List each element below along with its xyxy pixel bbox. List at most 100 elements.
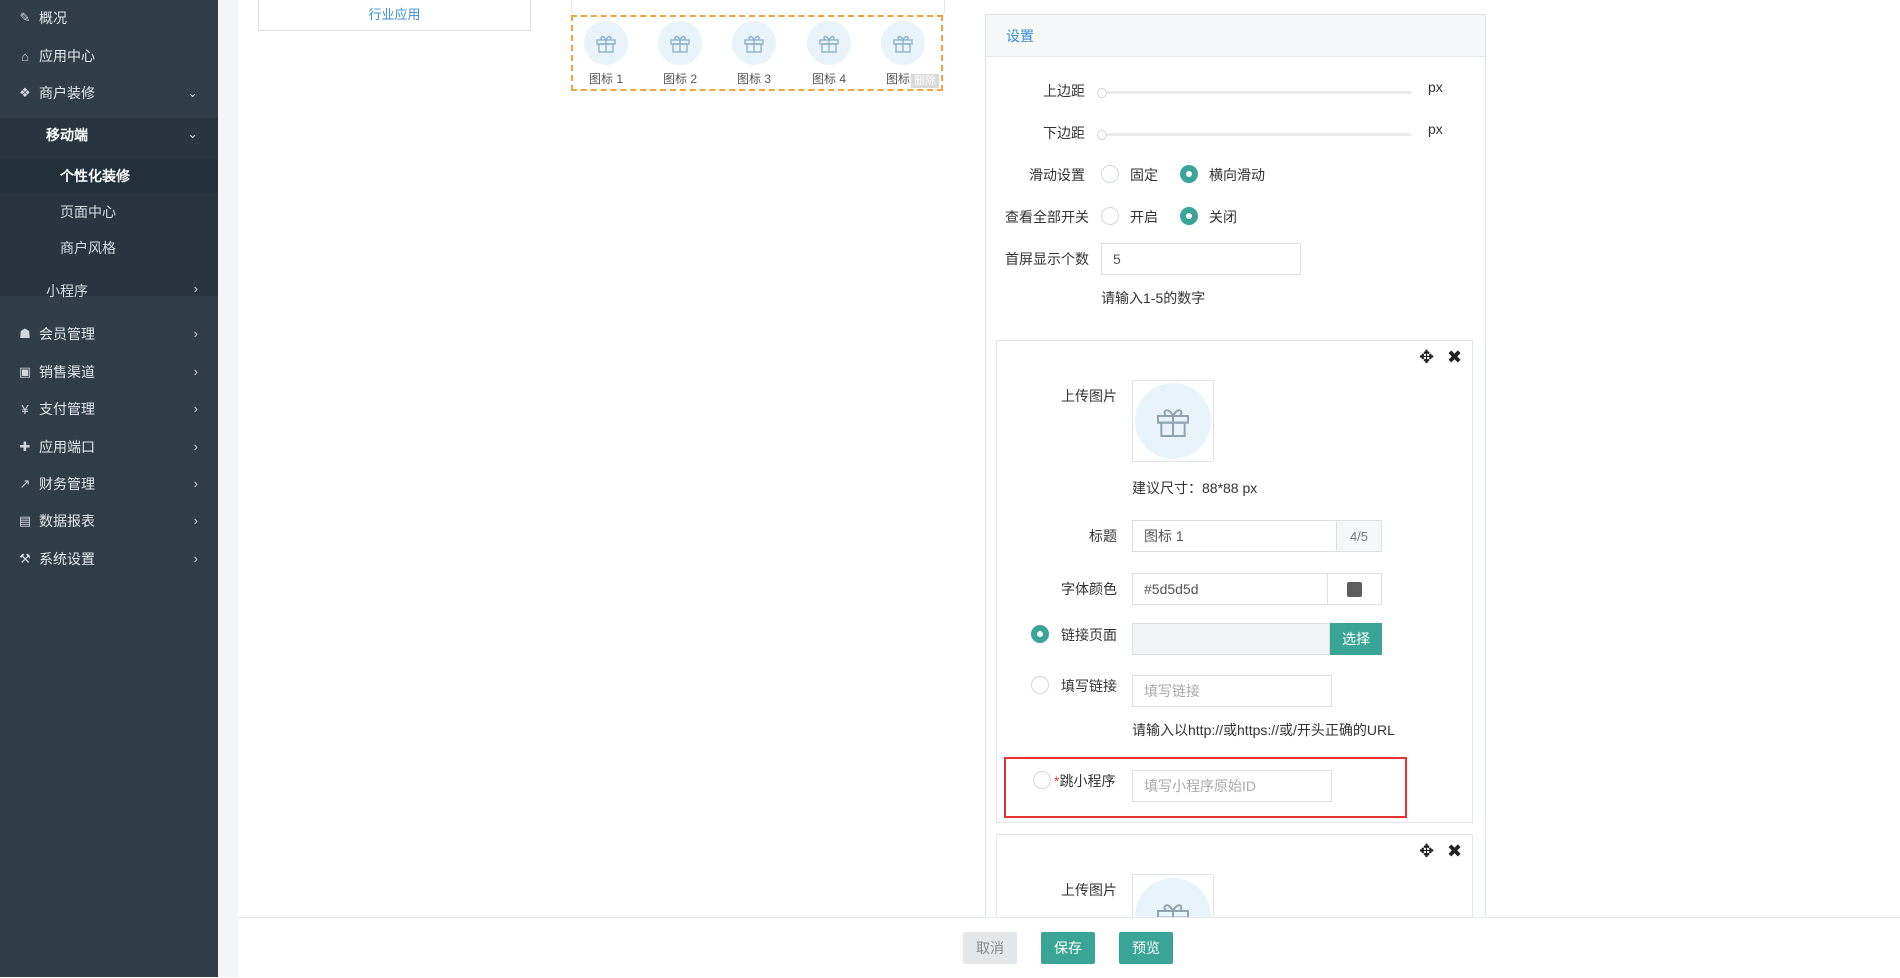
mini-program-id-input[interactable]: 填写小程序原始ID bbox=[1132, 770, 1332, 802]
color-swatch bbox=[1347, 581, 1362, 597]
view-all-on-radio[interactable] bbox=[1101, 207, 1119, 225]
scroll-fixed-label: 固定 bbox=[1130, 167, 1158, 183]
users-icon: ☗ bbox=[19, 326, 31, 341]
sidebar-item-page-center[interactable]: 页面中心 bbox=[0, 195, 218, 229]
scroll-horizontal-radio[interactable] bbox=[1180, 165, 1198, 183]
custom-link-radio[interactable] bbox=[1031, 676, 1049, 694]
gift-icon bbox=[732, 21, 776, 65]
sidebar-item-label: 商户风格 bbox=[60, 240, 116, 256]
view-all-label: 查看全部开关 bbox=[1005, 209, 1089, 225]
preview-button[interactable]: 预览 bbox=[1119, 932, 1173, 964]
first-screen-count-input[interactable]: 5 bbox=[1101, 243, 1301, 275]
select-link-button[interactable]: 选择 bbox=[1330, 623, 1382, 655]
chevron-right-icon: › bbox=[193, 513, 198, 528]
move-icon[interactable]: ✥ bbox=[1419, 841, 1434, 862]
save-button[interactable]: 保存 bbox=[1041, 932, 1095, 964]
sidebar-item-label: 应用端口 bbox=[39, 439, 95, 455]
panel-title: 设置 bbox=[1006, 27, 1034, 44]
sidebar-item-mobile[interactable]: 移动端 ⌄ bbox=[0, 118, 218, 152]
mini-program-label: *跳小程序 bbox=[1054, 771, 1115, 791]
close-icon[interactable]: ✖ bbox=[1447, 347, 1462, 368]
calendar-icon: ▤ bbox=[18, 513, 32, 528]
bottom-margin-slider[interactable] bbox=[1100, 133, 1412, 136]
gavel-icon: ⚒ bbox=[19, 551, 31, 566]
sidebar-item-members[interactable]: ☗ 会员管理 › bbox=[0, 319, 218, 349]
preview-icon-item[interactable]: 图标 3 bbox=[724, 21, 784, 87]
link-page-input[interactable] bbox=[1132, 623, 1330, 655]
custom-link-input[interactable]: 填写链接 bbox=[1132, 675, 1332, 707]
link-page-label: 链接页面 bbox=[1061, 627, 1117, 643]
color-picker-button[interactable] bbox=[1328, 573, 1382, 605]
panel-header: 设置 bbox=[986, 15, 1485, 57]
sidebar-item-app-ports[interactable]: ✚ 应用端口 › bbox=[0, 432, 218, 462]
delete-button[interactable]: 删除 bbox=[911, 74, 939, 88]
gift-icon bbox=[881, 21, 925, 65]
gift-icon bbox=[584, 21, 628, 65]
cubes-icon: ❖ bbox=[19, 85, 31, 100]
yen-icon: ¥ bbox=[21, 401, 29, 417]
upload-image-box[interactable] bbox=[1132, 380, 1214, 462]
sidebar-item-label: 应用中心 bbox=[39, 48, 95, 64]
preview-icon-label: 图标 1 bbox=[588, 72, 623, 86]
sidebar-item-merchant-style[interactable]: 商户风格 bbox=[0, 231, 218, 265]
upload-image-label: 上传图片 bbox=[1061, 388, 1117, 404]
chevron-right-icon: › bbox=[193, 439, 198, 454]
scroll-fixed-radio[interactable] bbox=[1101, 165, 1119, 183]
sidebar-item-personalize[interactable]: 个性化装修 bbox=[0, 159, 218, 193]
title-input[interactable]: 图标 1 bbox=[1132, 520, 1337, 552]
close-icon[interactable]: ✖ bbox=[1447, 841, 1462, 862]
preview-icon-item[interactable]: 图标 4 bbox=[799, 21, 859, 87]
preview-icon-item[interactable]: 图标 2 bbox=[650, 21, 710, 87]
sidebar-item-label: 支付管理 bbox=[39, 401, 95, 417]
line-chart-icon: ↗ bbox=[19, 476, 31, 491]
upload-image-label: 上传图片 bbox=[1061, 882, 1117, 898]
sidebar-submenu: 移动端 ⌄ 个性化装修 页面中心 商户风格 小程序 › bbox=[0, 118, 218, 299]
link-page-radio[interactable] bbox=[1031, 625, 1049, 643]
sidebar-item-label: 概况 bbox=[39, 10, 67, 26]
phone-preview-frame bbox=[571, 0, 945, 13]
sidebar-item-label: 商户装修 bbox=[39, 85, 95, 101]
preview-icon-label: 图标 2 bbox=[662, 72, 697, 86]
content-gutter bbox=[218, 0, 238, 977]
sidebar-item-label: 移动端 bbox=[46, 127, 88, 143]
chevron-right-icon: › bbox=[193, 551, 198, 566]
sidebar-item-payment[interactable]: ¥ 支付管理 › bbox=[0, 394, 218, 424]
chevron-down-icon: ⌄ bbox=[187, 126, 198, 141]
industry-app-card[interactable]: 行业应用 bbox=[258, 0, 531, 31]
bottom-margin-slider-thumb[interactable] bbox=[1097, 130, 1107, 140]
industry-app-label: 行业应用 bbox=[368, 7, 421, 22]
chevron-right-icon: › bbox=[193, 281, 198, 296]
chevron-right-icon: › bbox=[193, 364, 198, 379]
top-margin-slider-thumb[interactable] bbox=[1097, 88, 1107, 98]
title-char-count: 4/5 bbox=[1337, 520, 1382, 552]
sidebar-item-label: 个性化装修 bbox=[60, 168, 130, 184]
top-margin-slider[interactable] bbox=[1100, 91, 1412, 94]
bottom-margin-unit: px bbox=[1428, 121, 1443, 137]
bottom-margin-label: 下边距 bbox=[1043, 125, 1085, 141]
title-label: 标题 bbox=[1089, 528, 1117, 544]
home-icon: ⌂ bbox=[21, 48, 29, 64]
cancel-button[interactable]: 取消 bbox=[963, 932, 1017, 964]
sidebar-item-system-settings[interactable]: ⚒ 系统设置 › bbox=[0, 544, 218, 574]
sidebar-item-reports[interactable]: ▤ 数据报表 › bbox=[0, 506, 218, 536]
view-all-off-radio[interactable] bbox=[1180, 207, 1198, 225]
preview-icon-item[interactable]: 图标 1 bbox=[576, 21, 636, 87]
mini-program-label-text: 跳小程序 bbox=[1059, 773, 1116, 789]
chevron-right-icon: › bbox=[193, 401, 198, 416]
sidebar-item-merchant-decoration[interactable]: ❖ 商户装修 ⌄ bbox=[0, 78, 218, 108]
font-color-label: 字体颜色 bbox=[1061, 581, 1117, 597]
move-icon[interactable]: ✥ bbox=[1419, 347, 1434, 368]
sidebar-item-sales-channels[interactable]: ▣ 销售渠道 › bbox=[0, 357, 218, 387]
font-color-input[interactable]: #5d5d5d bbox=[1132, 573, 1328, 605]
image-size-hint: 建议尺寸：88*88 px bbox=[1132, 480, 1258, 496]
sidebar-item-finance[interactable]: ↗ 财务管理 › bbox=[0, 469, 218, 499]
sidebar: ✎ 概况 ⌂ 应用中心 ❖ 商户装修 ⌄ 移动端 ⌄ 个性化装修 页面中心 商户… bbox=[0, 0, 218, 977]
mini-program-radio[interactable] bbox=[1033, 771, 1051, 789]
first-screen-count-hint: 请输入1-5的数字 bbox=[1101, 290, 1206, 306]
sidebar-item-label: 系统设置 bbox=[39, 551, 95, 567]
sidebar-item-overview[interactable]: ✎ 概况 bbox=[0, 3, 218, 33]
sidebar-item-mini-program[interactable]: 小程序 › bbox=[0, 274, 218, 308]
sidebar-item-app-center[interactable]: ⌂ 应用中心 bbox=[0, 41, 218, 71]
icon-nav-preview[interactable]: 图标 1 图标 2 图标 3 图标 4 图标 5 删除 bbox=[571, 15, 943, 91]
view-all-off-label: 关闭 bbox=[1209, 209, 1237, 225]
